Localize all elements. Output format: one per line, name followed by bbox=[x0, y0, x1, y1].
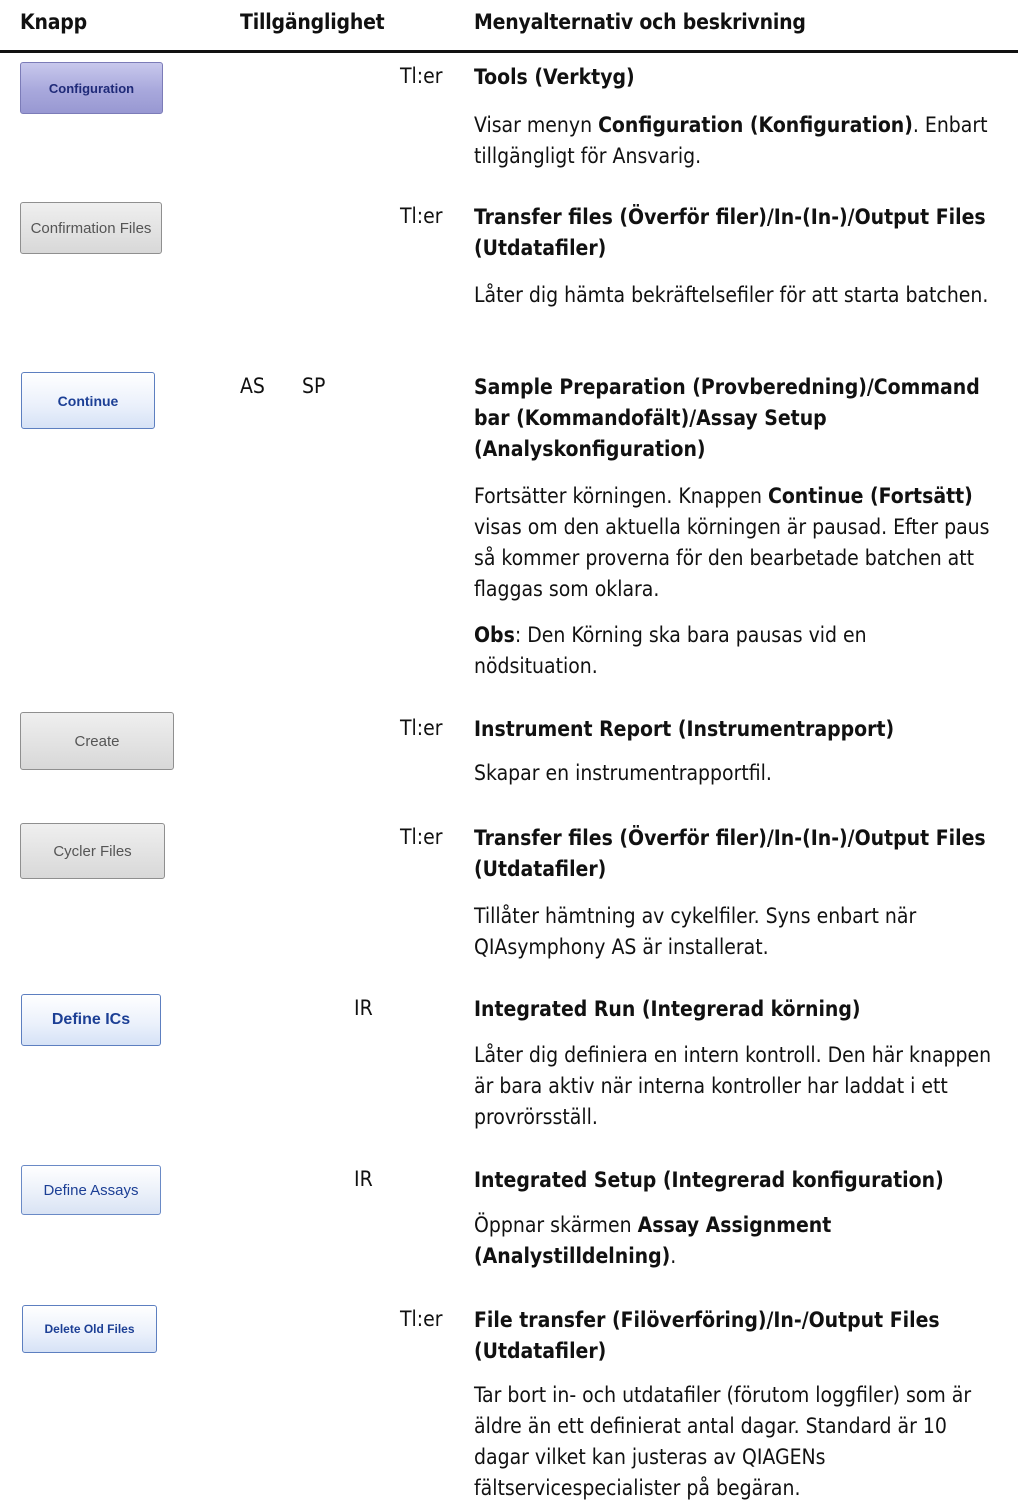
availability-as: AS bbox=[240, 374, 265, 398]
description: Skapar en instrumentrapportfil. bbox=[474, 761, 772, 785]
menu-path-title: File transfer (Filöverföring)/In-/Output… bbox=[474, 1308, 940, 1363]
availability-tl-er: Tl:er bbox=[400, 716, 443, 740]
menu-path-title: Tools (Verktyg) bbox=[474, 65, 635, 89]
availability-tl-er: Tl:er bbox=[400, 204, 443, 228]
header-divider bbox=[0, 50, 1018, 53]
menu-path-title: Integrated Setup (Integrerad konfigurati… bbox=[474, 1168, 944, 1192]
note-text: Obs: Den Körning ska bara pausas vid en … bbox=[474, 623, 867, 678]
configuration-button[interactable]: Configuration bbox=[20, 62, 163, 114]
availability-ir: IR bbox=[354, 996, 373, 1020]
menu-path-title: Transfer files (Överför filer)/In-(In-)/… bbox=[474, 205, 986, 260]
availability-tl-er: Tl:er bbox=[400, 64, 443, 88]
description: Fortsätter körningen. Knappen Continue (… bbox=[474, 484, 990, 601]
description: Tillåter hämtning av cykelfiler. Syns en… bbox=[474, 904, 917, 959]
availability-tl-er: Tl:er bbox=[400, 825, 443, 849]
define-assays-button[interactable]: Define Assays bbox=[21, 1165, 161, 1215]
description: Låter dig definiera en intern kontroll. … bbox=[474, 1043, 992, 1129]
description: Låter dig hämta bekräftelsefiler för att… bbox=[474, 283, 989, 307]
cycler-files-button[interactable]: Cycler Files bbox=[20, 823, 165, 879]
description: Tar bort in- och utdatafiler (förutom lo… bbox=[474, 1383, 972, 1500]
menu-path-title: Integrated Run (Integrerad körning) bbox=[474, 997, 861, 1021]
header-button-column: Knapp bbox=[20, 10, 87, 34]
availability-sp: SP bbox=[302, 374, 326, 398]
menu-path-title: Transfer files (Överför filer)/In-(In-)/… bbox=[474, 826, 986, 881]
availability-ir: IR bbox=[354, 1167, 373, 1191]
document-page: Knapp Tillgänglighet Menyalternativ och … bbox=[0, 0, 1018, 1504]
description: Öppnar skärmen Assay Assignment (Analyst… bbox=[474, 1213, 832, 1268]
menu-path-title: Instrument Report (Instrumentrapport) bbox=[474, 717, 895, 741]
header-menu-column: Menyalternativ och beskrivning bbox=[474, 10, 806, 34]
header-availability-column: Tillgänglighet bbox=[240, 10, 385, 34]
delete-old-files-button[interactable]: Delete Old Files bbox=[22, 1305, 157, 1353]
create-button[interactable]: Create bbox=[20, 712, 174, 770]
confirmation-files-button[interactable]: Confirmation Files bbox=[20, 202, 162, 254]
continue-button[interactable]: Continue bbox=[21, 372, 155, 429]
define-ics-button[interactable]: Define ICs bbox=[21, 994, 161, 1046]
menu-path-title: Sample Preparation (Provberedning)/Comma… bbox=[474, 375, 980, 461]
availability-tl-er: Tl:er bbox=[400, 1307, 443, 1331]
description: Visar menyn Configuration (Konfiguration… bbox=[474, 113, 988, 168]
